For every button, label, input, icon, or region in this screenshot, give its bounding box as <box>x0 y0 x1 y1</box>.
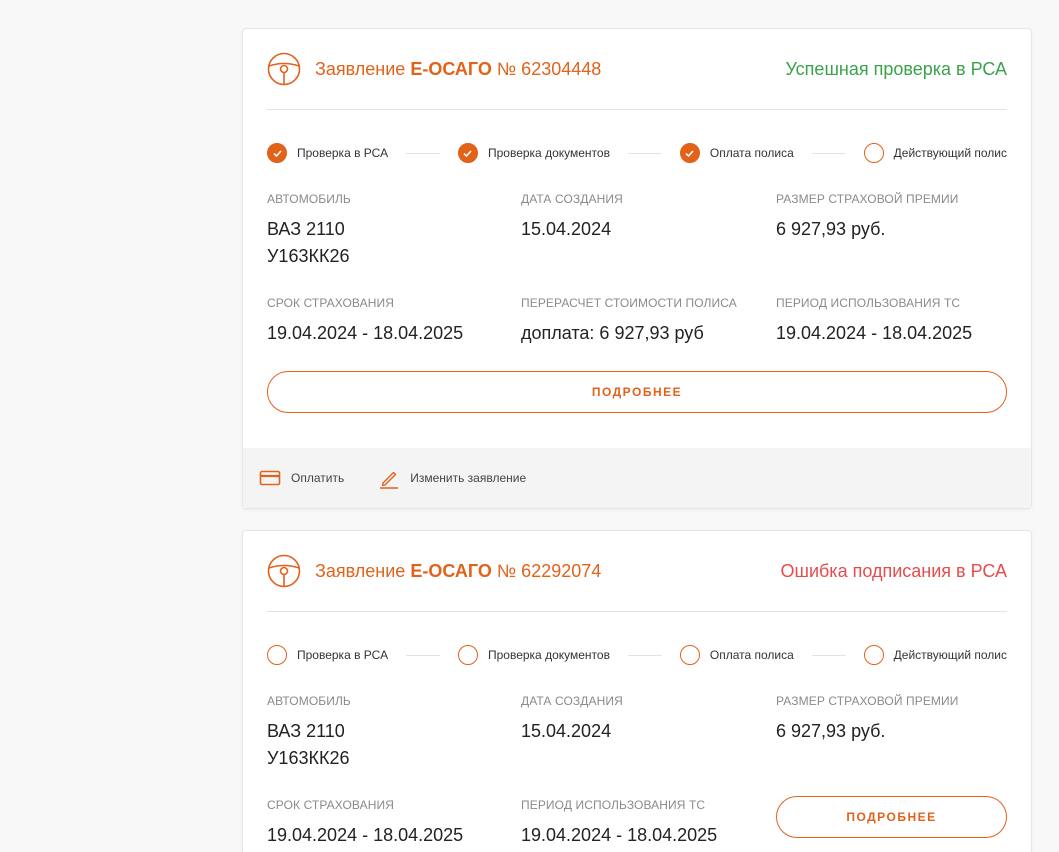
empty-circle-icon <box>679 645 700 665</box>
step-label: Действующий полис <box>893 146 1008 160</box>
credit-card-icon <box>259 470 281 486</box>
edit-label: Изменить заявление <box>410 471 527 485</box>
card-header: Заявление Е-ОСАГО № 62292074 Ошибка подп… <box>267 553 1007 589</box>
field-label: АВТОМОБИЛЬ <box>267 192 351 206</box>
pencil-icon <box>380 471 399 489</box>
step-connector <box>627 152 662 154</box>
step-label: Проверка в РСА <box>297 146 389 160</box>
field-label: ПЕРИОД ИСПОЛЬЗОВАНИЯ ТС <box>776 296 961 310</box>
steering-wheel-icon <box>267 52 301 86</box>
insurance-term-field: СРОК СТРАХОВАНИЯ 19.04.2024 - 18.04.2025 <box>267 296 463 347</box>
step-label: Проверка документов <box>487 648 610 662</box>
recalculation-field: ПЕРЕРАСЧЕТ СТОИМОСТИ ПОЛИСА доплата: 6 9… <box>521 296 737 347</box>
empty-circle-icon <box>267 645 287 665</box>
car-value: ВАЗ 2110 У163КК26 <box>267 718 351 772</box>
field-value: 19.04.2024 - 18.04.2025 <box>521 825 718 845</box>
car-field: АВТОМОБИЛЬ ВАЗ 2110 У163КК26 <box>267 694 351 772</box>
progress-steps: Проверка в РСА Проверка документов Оплат… <box>267 644 1007 666</box>
step-connector <box>811 152 846 154</box>
step-active-policy: Действующий полис <box>863 143 1008 163</box>
field-value: 19.04.2024 - 18.04.2025 <box>776 323 973 343</box>
status-text: Ошибка подписания в РСА <box>780 560 1008 581</box>
car-field: АВТОМОБИЛЬ ВАЗ 2110 У163КК26 <box>267 192 351 270</box>
title-product: Е-ОСАГО <box>410 58 492 79</box>
card-header: Заявление Е-ОСАГО № 62304448 Успешная пр… <box>267 51 1007 87</box>
field-value: 6 927,93 руб. <box>776 721 886 741</box>
application-title: Заявление Е-ОСАГО № 62292074 <box>315 561 601 582</box>
created-date-field: ДАТА СОЗДАНИЯ 15.04.2024 <box>521 192 623 243</box>
details-button[interactable]: ПОДРОБНЕЕ <box>776 796 1007 838</box>
title-prefix: Заявление <box>315 560 406 581</box>
application-card: Заявление Е-ОСАГО № 62304448 Успешная пр… <box>242 28 1032 509</box>
progress-steps: Проверка в РСА Проверка документов Оплат… <box>267 142 1007 164</box>
car-plate: У163КК26 <box>267 246 350 266</box>
car-value: ВАЗ 2110 У163КК26 <box>267 216 351 270</box>
check-icon <box>679 143 700 163</box>
field-label: РАЗМЕР СТРАХОВОЙ ПРЕМИИ <box>776 694 959 708</box>
step-documents-check: Проверка документов <box>457 645 610 665</box>
step-rsa-check: Проверка в РСА <box>267 143 388 163</box>
divider <box>267 611 1007 612</box>
field-value: 6 927,93 руб. <box>776 219 886 239</box>
step-label: Проверка документов <box>487 146 610 160</box>
usage-period-field: ПЕРИОД ИСПОЛЬЗОВАНИЯ ТС 19.04.2024 - 18.… <box>521 798 717 849</box>
field-value: 15.04.2024 <box>521 721 612 741</box>
step-connector <box>811 654 846 656</box>
application-number: № 62292074 <box>496 560 602 581</box>
step-payment: Оплата полиса <box>679 645 794 665</box>
field-label: РАЗМЕР СТРАХОВОЙ ПРЕМИИ <box>776 192 959 206</box>
edit-application-action[interactable]: Изменить заявление <box>378 467 526 489</box>
field-value: 15.04.2024 <box>521 219 612 239</box>
title-product: Е-ОСАГО <box>410 560 492 581</box>
empty-circle-icon <box>863 645 884 665</box>
application-number: № 62304448 <box>496 58 602 79</box>
application-title: Заявление Е-ОСАГО № 62304448 <box>315 59 601 80</box>
premium-field: РАЗМЕР СТРАХОВОЙ ПРЕМИИ 6 927,93 руб. <box>776 694 958 745</box>
step-connector <box>406 654 440 656</box>
empty-circle-icon <box>457 645 478 665</box>
card-footer: Оплатить Изменить заявление <box>243 448 1031 508</box>
step-label: Проверка в РСА <box>297 648 389 662</box>
field-label: СРОК СТРАХОВАНИЯ <box>267 296 394 310</box>
car-model: ВАЗ 2110 <box>267 219 345 239</box>
details-button[interactable]: ПОДРОБНЕЕ <box>267 371 1007 413</box>
pay-label: Оплатить <box>291 471 345 485</box>
created-date-field: ДАТА СОЗДАНИЯ 15.04.2024 <box>521 694 623 745</box>
field-label: ДАТА СОЗДАНИЯ <box>521 192 623 206</box>
step-documents-check: Проверка документов <box>457 143 610 163</box>
pay-action[interactable]: Оплатить <box>259 467 344 489</box>
step-label: Действующий полис <box>893 648 1008 662</box>
application-card: Заявление Е-ОСАГО № 62292074 Ошибка подп… <box>242 530 1032 852</box>
check-icon <box>267 143 287 163</box>
field-label: ПЕРИОД ИСПОЛЬЗОВАНИЯ ТС <box>521 798 706 812</box>
field-value: доплата: 6 927,93 руб <box>521 323 704 343</box>
step-payment: Оплата полиса <box>679 143 794 163</box>
car-model: ВАЗ 2110 <box>267 721 345 741</box>
step-active-policy: Действующий полис <box>863 645 1008 665</box>
step-label: Оплата полиса <box>709 146 794 160</box>
step-rsa-check: Проверка в РСА <box>267 645 388 665</box>
insurance-term-field: СРОК СТРАХОВАНИЯ 19.04.2024 - 18.04.2025 <box>267 798 463 849</box>
field-label: ПЕРЕРАСЧЕТ СТОИМОСТИ ПОЛИСА <box>521 296 737 310</box>
field-label: АВТОМОБИЛЬ <box>267 694 351 708</box>
divider <box>267 109 1007 110</box>
field-value: 19.04.2024 - 18.04.2025 <box>267 323 464 343</box>
step-connector <box>627 654 662 656</box>
title-prefix: Заявление <box>315 58 406 79</box>
usage-period-field: ПЕРИОД ИСПОЛЬЗОВАНИЯ ТС 19.04.2024 - 18.… <box>776 296 972 347</box>
steering-wheel-icon <box>267 554 301 588</box>
car-plate: У163КК26 <box>267 748 350 768</box>
premium-field: РАЗМЕР СТРАХОВОЙ ПРЕМИИ 6 927,93 руб. <box>776 192 958 243</box>
field-value: 19.04.2024 - 18.04.2025 <box>267 825 464 845</box>
step-label: Оплата полиса <box>709 648 794 662</box>
empty-circle-icon <box>863 143 884 163</box>
check-icon <box>457 143 478 163</box>
field-label: ДАТА СОЗДАНИЯ <box>521 694 623 708</box>
status-text: Успешная проверка в РСА <box>785 58 1007 79</box>
step-connector <box>406 152 440 154</box>
field-label: СРОК СТРАХОВАНИЯ <box>267 798 394 812</box>
